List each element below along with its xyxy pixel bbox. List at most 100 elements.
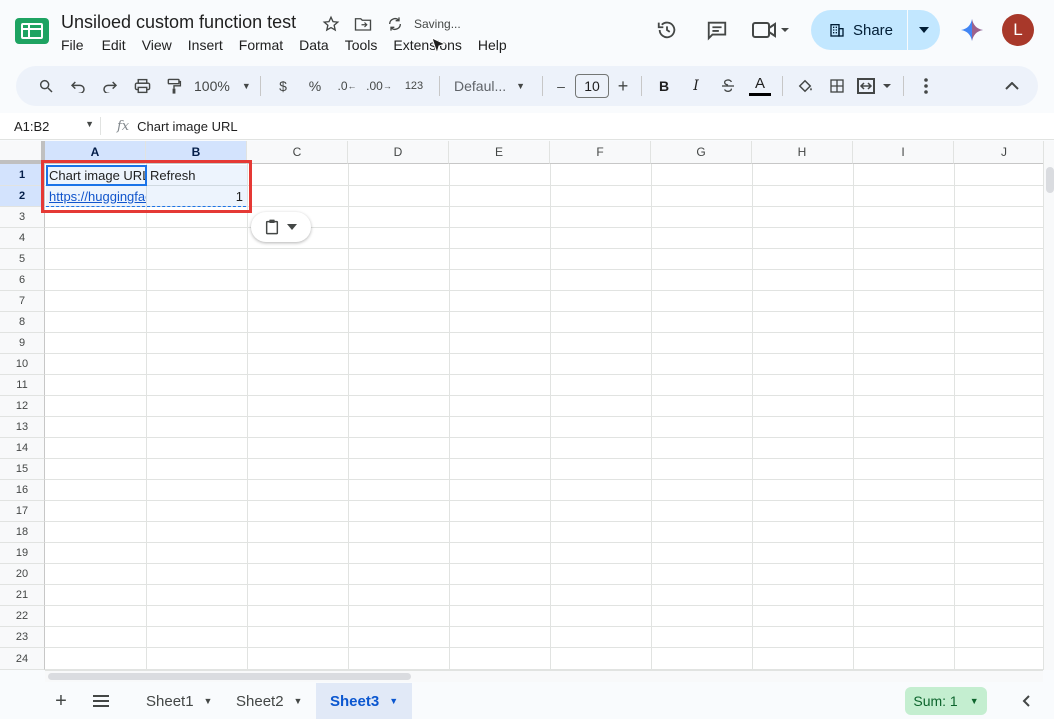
name-box[interactable]: A1:B2 ▼ [0,119,100,134]
gemini-icon[interactable] [954,12,990,48]
share-button[interactable]: Share [811,10,908,50]
vertical-scrollbar[interactable] [1043,141,1054,670]
row-header-16[interactable]: 16 [0,480,45,501]
formula-input[interactable]: Chart image URL [137,119,237,134]
menu-format[interactable]: Format [239,37,295,53]
row-header-12[interactable]: 12 [0,396,45,417]
redo-icon[interactable] [94,72,126,100]
column-gridline [247,164,248,670]
row-header-19[interactable]: 19 [0,543,45,564]
row-header-24[interactable]: 24 [0,648,45,670]
decrease-font-size-icon[interactable]: – [549,72,573,100]
row-header-3[interactable]: 3 [0,207,45,228]
vertical-scroll-thumb[interactable] [1046,167,1054,193]
meet-icon[interactable] [749,12,793,48]
row-header-18[interactable]: 18 [0,522,45,543]
more-formats-button[interactable]: 123 [395,72,433,100]
menu-insert[interactable]: Insert [188,37,235,53]
chevron-down-icon: ▼ [85,118,94,129]
menu-data[interactable]: Data [299,37,341,53]
row-header-2[interactable]: 2 [0,186,45,207]
paint-format-icon[interactable] [158,72,190,100]
search-menus-icon[interactable] [30,72,62,100]
currency-format-button[interactable]: $ [267,72,299,100]
row-header-8[interactable]: 8 [0,312,45,333]
share-dropdown-button[interactable] [908,10,940,50]
save-status: Saving... [414,17,461,31]
fill-color-icon[interactable] [789,72,821,100]
sheet-tab-label: Sheet1 [146,692,194,710]
more-options-icon[interactable] [910,72,942,100]
fx-icon: fx [117,118,130,134]
zoom-select[interactable]: 100% ▼ [190,72,254,100]
column-header-j[interactable]: J [954,141,1043,164]
sheets-logo-icon[interactable] [15,18,49,44]
comments-icon[interactable] [699,12,735,48]
sheet-tab-sheet3[interactable]: Sheet3 ▼ [316,683,413,719]
column-header-e[interactable]: E [449,141,550,164]
column-header-i[interactable]: I [853,141,954,164]
user-avatar[interactable]: L [1002,14,1034,46]
sum-indicator[interactable]: Sum: 1 ▼ [905,687,987,715]
percent-format-button[interactable]: % [299,72,331,100]
menu-file[interactable]: File [61,37,96,53]
row-header-9[interactable]: 9 [0,333,45,354]
add-sheet-icon[interactable]: + [49,690,73,712]
row-header-1[interactable]: 1 [0,164,45,186]
merge-cells-icon[interactable] [853,72,897,100]
version-history-icon[interactable] [649,12,685,48]
move-folder-icon[interactable] [352,14,374,34]
row-header-22[interactable]: 22 [0,606,45,627]
star-icon[interactable] [320,14,342,34]
strikethrough-button[interactable] [712,72,744,100]
print-icon[interactable] [126,72,158,100]
bold-button[interactable]: B [648,72,680,100]
row-header-4[interactable]: 4 [0,228,45,249]
menu-help[interactable]: Help [478,37,519,53]
row-header-11[interactable]: 11 [0,375,45,396]
sheet-tab-sheet1[interactable]: Sheet1 ▼ [132,683,226,719]
sheet-tab-sheet2[interactable]: Sheet2 ▼ [222,683,316,719]
paste-options-button[interactable] [251,212,311,242]
menu-view[interactable]: View [142,37,184,53]
collapse-toolbar-icon[interactable] [996,72,1028,100]
row-header-7[interactable]: 7 [0,291,45,312]
row-header-23[interactable]: 23 [0,627,45,648]
row-header-13[interactable]: 13 [0,417,45,438]
row-header-14[interactable]: 14 [0,438,45,459]
spreadsheet-grid[interactable]: A B C D E F G H I J 1 2 3 4 5 6 7 8 9 10… [0,141,1043,670]
horizontal-scrollbar[interactable] [45,670,1043,682]
row-header-17[interactable]: 17 [0,501,45,522]
italic-button[interactable]: I [680,72,712,100]
row-header-21[interactable]: 21 [0,585,45,606]
column-header-f[interactable]: F [550,141,651,164]
chevron-down-icon [919,27,929,33]
column-header-d[interactable]: D [348,141,449,164]
text-color-button[interactable]: A [744,72,776,100]
all-sheets-icon[interactable] [89,691,113,711]
decrease-decimal-button[interactable]: .0 ← [331,72,363,100]
column-header-h[interactable]: H [752,141,853,164]
menu-edit[interactable]: Edit [102,37,138,53]
column-gridline [752,164,753,670]
font-select[interactable]: Defaul... ▼ [446,72,536,100]
row-header-5[interactable]: 5 [0,249,45,270]
row-header-6[interactable]: 6 [0,270,45,291]
row-header-10[interactable]: 10 [0,354,45,375]
borders-icon[interactable] [821,72,853,100]
increase-font-size-icon[interactable]: + [611,72,635,100]
document-title[interactable]: Unsiloed custom function test [61,12,296,33]
horizontal-scroll-thumb[interactable] [48,673,411,680]
row-header-15[interactable]: 15 [0,459,45,480]
chevron-left-icon[interactable] [1016,691,1036,711]
undo-icon[interactable] [62,72,94,100]
column-header-g[interactable]: G [651,141,752,164]
select-all-corner[interactable] [0,141,45,164]
row-header-20[interactable]: 20 [0,564,45,585]
row-gridline [45,332,1043,333]
menu-tools[interactable]: Tools [345,37,390,53]
increase-decimal-button[interactable]: .00 → [363,72,395,100]
font-size-input[interactable]: 10 [575,74,609,98]
row-gridline [45,458,1043,459]
column-header-c[interactable]: C [247,141,348,164]
